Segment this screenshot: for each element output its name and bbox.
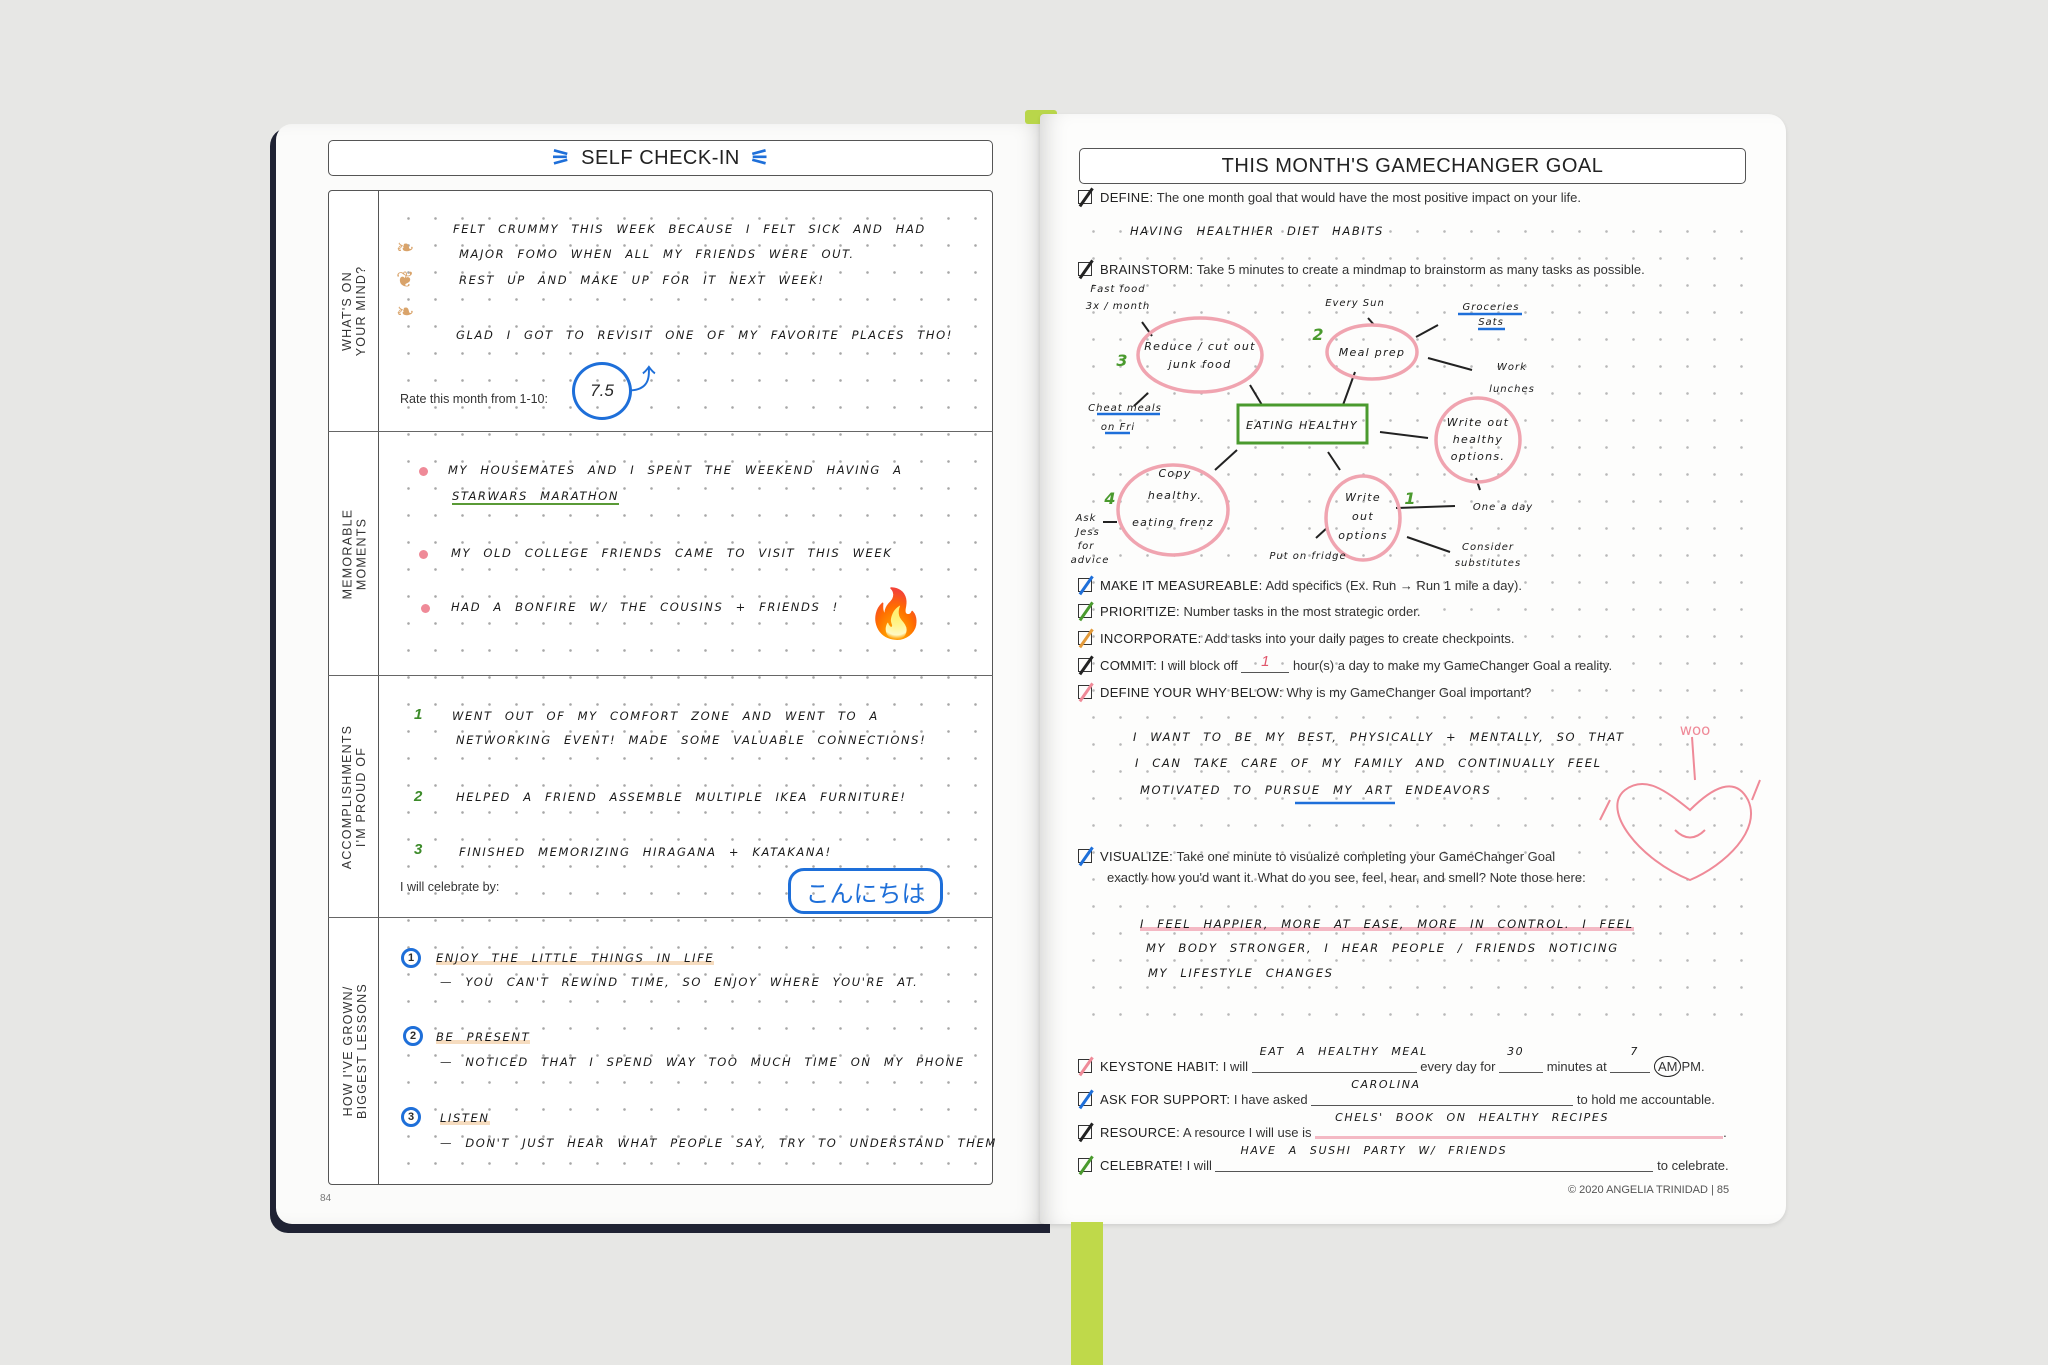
visualize-line: my lifestyle changes [1148,966,1334,980]
step-commit: COMMIT: I will block off 1 hour(s) a day… [1078,653,1612,675]
mindmap-note: 3x / month [1086,301,1150,312]
keystone-time: 7 [1630,1045,1639,1058]
mindmap-note: for [1078,541,1095,552]
mindmap: Eating healthy Reduce / cut out junk foo… [1071,284,1761,882]
step-prioritize: PRIORITIZE: Number tasks in the most str… [1078,601,1420,621]
heart-doodle-icon [1599,736,1761,882]
mindmap-note: Every Sun [1325,298,1385,309]
mindmap-note: advice [1071,555,1110,566]
priority-number: 2 [1312,325,1323,344]
step-measureable: MAKE IT MEASUREABLE: Add specifics (Ex. … [1078,575,1522,595]
resource-value: Chels' book on healthy recipes [1335,1111,1610,1124]
checkbox-checked[interactable] [1078,601,1094,621]
mindmap-node: options. [1451,450,1505,463]
mindmap-note: lunches [1489,384,1535,395]
priority-number: 1 [1404,489,1415,508]
checkbox-checked[interactable] [1078,1056,1094,1076]
copyright-footer: © 2020 ANGELIA TRINIDAD | 85 [1568,1184,1730,1196]
mindmap-node: healthy. [1148,489,1202,502]
mindmap-note: Fast food [1090,284,1145,295]
keystone-habit: KEYSTONE HABIT: I will Eat a healthy mea… [1078,1045,1705,1077]
checkbox-checked[interactable] [1078,655,1094,675]
checkbox-checked[interactable] [1078,846,1094,866]
mindmap-node: out [1352,510,1374,523]
mindmap-node: Reduce / cut out [1144,340,1256,353]
ask-for-support: ASK FOR SUPPORT: I have asked Carolina t… [1078,1078,1715,1109]
why-line: I can take care of my family and continu… [1135,756,1602,770]
mindmap-node: junk food [1167,358,1232,371]
mindmap-note: Groceries [1463,302,1520,313]
keystone-minutes: 30 [1507,1045,1525,1058]
mindmap-center: Eating healthy [1246,419,1358,432]
step-define-why: DEFINE YOUR WHY BELOW: Why is my GameCha… [1078,682,1531,702]
checkbox-checked[interactable] [1078,1122,1094,1142]
mindmap-note: Work [1497,362,1527,373]
mindmap-node: options [1338,529,1388,542]
mindmap-note: Ask [1075,513,1097,524]
step-visualize: VISUALIZE: Take one minute to visualize … [1078,846,1555,866]
mindmap-note: Put on fridge [1269,551,1346,562]
step-incorporate: INCORPORATE: Add tasks into your daily p… [1078,628,1515,648]
mindmap-note: Cheat meals [1088,403,1162,414]
checkbox-checked[interactable] [1078,1089,1094,1109]
visualize-line: my body stronger, I hear people / friend… [1146,941,1619,955]
checkbox-checked[interactable] [1078,1155,1094,1175]
mindmap-node: Write [1345,491,1381,504]
mindmap-node: Write out [1447,416,1510,429]
commit-hours: 1 [1261,653,1270,670]
celebrate-value: Have a sushi party w/ friends [1240,1144,1508,1157]
mindmap-node: Copy [1158,467,1191,480]
mindmap-node: healthy [1453,433,1503,446]
why-line: I want to be my best, physically + menta… [1133,730,1625,744]
celebrate: CELEBRATE! I will Have a sushi party w/ … [1078,1144,1729,1175]
bookmark-ribbon [1071,1222,1103,1365]
resource: RESOURCE: A resource I will use is Chels… [1078,1111,1727,1142]
priority-number: 4 [1103,489,1115,508]
mindmap-note: One a day [1473,502,1533,513]
keystone-habit-value: Eat a healthy meal [1259,1045,1428,1058]
support-person: Carolina [1351,1078,1421,1091]
checkbox-checked[interactable] [1078,575,1094,595]
mindmap-note: on Fri [1101,422,1135,433]
mindmap-note: Jess [1074,527,1100,538]
mindmap-note: substitutes [1455,558,1521,569]
mindmap-node: Meal prep [1339,346,1406,359]
am-circled: AM [1653,1056,1682,1077]
mindmap-note: Consider [1462,542,1514,553]
visualize-prompt: exactly how you'd want it. What do you s… [1107,870,1586,885]
mindmap-note: Sats [1478,317,1504,328]
doodle-text: woo [1680,721,1711,739]
why-line: motivated to pursue my art endeavors [1140,783,1492,797]
checkbox-checked[interactable] [1078,682,1094,702]
priority-number: 3 [1116,351,1127,370]
mindmap-node: eating frenz [1132,516,1214,529]
checkbox-checked[interactable] [1078,628,1094,648]
visualize-line: I feel happier, more at ease, more in co… [1140,917,1634,931]
